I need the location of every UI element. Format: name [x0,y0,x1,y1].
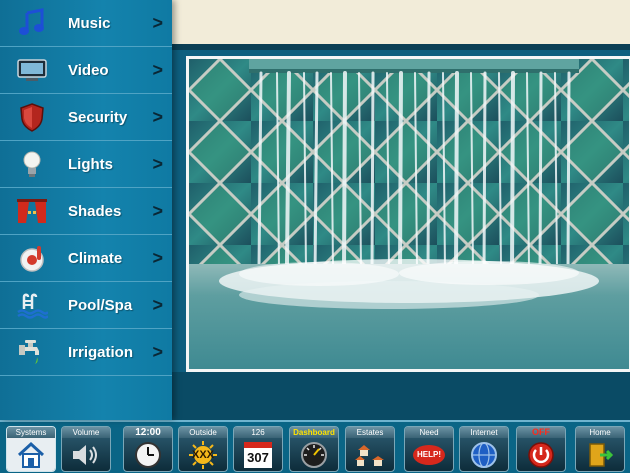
button-caption: Outside [179,427,227,438]
calendar-caption: 126 [234,427,282,438]
chevron-right-icon: > [152,200,163,221]
gauge-icon [301,441,327,468]
menu-item-irrigation[interactable]: Irrigation > [0,329,172,376]
estates-button[interactable]: Estates [345,426,395,472]
shield-icon [14,101,50,133]
button-caption: Internet [460,427,508,438]
clock-icon [135,441,161,468]
menu-item-video[interactable]: Video > [0,47,172,94]
calendar-date: 307 [247,450,269,465]
menu-item-security[interactable]: Security > [0,94,172,141]
button-caption: Estates [346,427,394,438]
menu-item-music[interactable]: Music > [0,0,172,47]
help-text: HELP! [417,450,441,459]
volume-button[interactable]: Volume [61,426,111,472]
chevron-right-icon: > [152,59,163,80]
faucet-icon [14,336,50,368]
menu-item-label: Shades [68,202,122,220]
clock-button[interactable]: 12:00 [123,426,173,472]
home-button[interactable]: Home [575,426,625,472]
header-band [172,0,630,44]
menu-item-pool-spa[interactable]: Pool/Spa > [0,282,172,329]
power-icon [528,441,554,468]
pool-ladder-icon [14,289,50,321]
menu-item-label: Video [68,61,109,79]
power-off-button[interactable]: OFF [516,426,566,472]
chevron-right-icon: > [152,106,163,127]
houses-icon [355,444,384,466]
button-caption: OFF [517,427,565,438]
house-icon [17,441,45,468]
menu-item-label: Security [68,108,128,126]
lightbulb-icon [14,148,50,180]
menu-item-label: Lights [68,155,113,173]
exit-door-icon [589,442,614,467]
button-caption: Need [405,427,453,438]
dashboard-button[interactable]: Dashboard [289,426,339,472]
help-button[interactable]: Need HELP! [404,426,454,472]
help-bubble-icon: HELP! [413,444,445,465]
button-caption: Volume [62,427,110,438]
thermostat-icon [14,242,50,274]
curtains-icon [14,195,50,227]
chevron-right-icon: > [152,153,163,174]
tv-icon [14,54,50,86]
outside-temperature: XXX [191,448,214,461]
chevron-right-icon: > [152,12,163,33]
internet-button[interactable]: Internet [459,426,509,472]
menu-item-lights[interactable]: Lights > [0,141,172,188]
globe-icon [471,441,497,468]
speaker-icon [73,444,97,465]
chevron-right-icon: > [152,247,163,268]
menu-item-shades[interactable]: Shades > [0,188,172,235]
music-note-icon [14,7,50,39]
sidebar-menu: Music > Video > Security > Lights > Shad… [0,0,172,420]
menu-item-label: Irrigation [68,343,134,361]
menu-item-label: Pool/Spa [68,296,133,314]
button-caption: Dashboard [290,427,338,438]
chevron-right-icon: > [152,294,163,315]
main-panel [172,50,630,420]
waterfall-photo [189,59,629,369]
photo-frame [186,56,630,372]
calendar-icon: 307 [244,441,272,468]
button-caption: Systems [7,427,55,438]
menu-item-label: Climate [68,249,123,267]
bottom-toolbar: Systems Volume 12:00 Outside XXX 126 307… [0,420,630,473]
menu-item-label: Music [68,14,111,32]
clock-time: 12:00 [124,427,172,438]
outside-weather-button[interactable]: Outside XXX [178,426,228,472]
button-caption: Home [576,427,624,438]
chevron-right-icon: > [152,341,163,362]
systems-button[interactable]: Systems [6,426,56,472]
calendar-button[interactable]: 126 307 [233,426,283,472]
menu-item-climate[interactable]: Climate > [0,235,172,282]
panel-footer-strip [172,372,630,420]
